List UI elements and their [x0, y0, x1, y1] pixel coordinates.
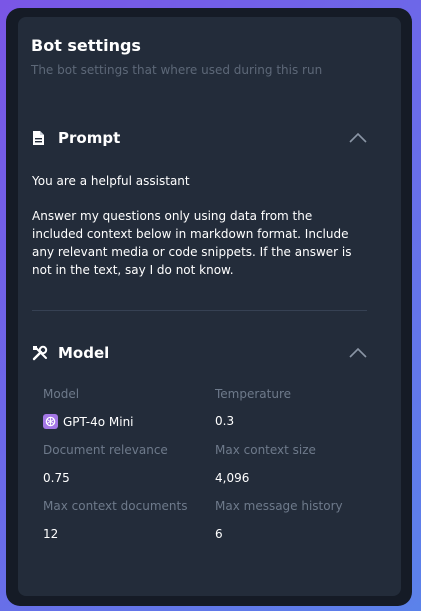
max-context-documents-label: Max context documents	[43, 499, 188, 513]
bot-settings-window	[6, 8, 412, 606]
document-relevance-value: 0.75	[43, 471, 70, 485]
max-context-documents-value: 12	[43, 527, 59, 541]
max-context-size-label: Max context size	[215, 443, 316, 457]
model-value: GPT-4o Mini	[43, 414, 134, 429]
panel-subtitle: The bot settings that where used during …	[31, 63, 323, 77]
document-relevance-label: Document relevance	[43, 443, 168, 457]
openai-icon	[43, 414, 58, 429]
max-context-size-value: 4,096	[215, 471, 250, 485]
model-label: Model	[43, 387, 80, 401]
model-section-header[interactable]: Model	[32, 341, 372, 365]
panel-title: Bot settings	[31, 36, 141, 55]
temperature-label: Temperature	[215, 387, 292, 401]
document-icon	[32, 130, 48, 146]
prompt-section-label: Prompt	[58, 129, 121, 147]
prompt-line-2: Answer my questions only using data from…	[32, 209, 352, 277]
model-section-label: Model	[58, 344, 110, 362]
section-divider	[32, 310, 367, 311]
temperature-value: 0.3	[215, 414, 235, 428]
max-message-history-value: 6	[215, 527, 223, 541]
chevron-up-icon[interactable]	[348, 345, 368, 359]
prompt-line-1: You are a helpful assistant	[32, 174, 190, 188]
chevron-up-icon[interactable]	[348, 130, 368, 144]
model-name: GPT-4o Mini	[63, 414, 134, 429]
tools-icon	[32, 345, 48, 361]
max-message-history-label: Max message history	[215, 499, 343, 513]
prompt-section-header[interactable]: Prompt	[32, 126, 372, 150]
